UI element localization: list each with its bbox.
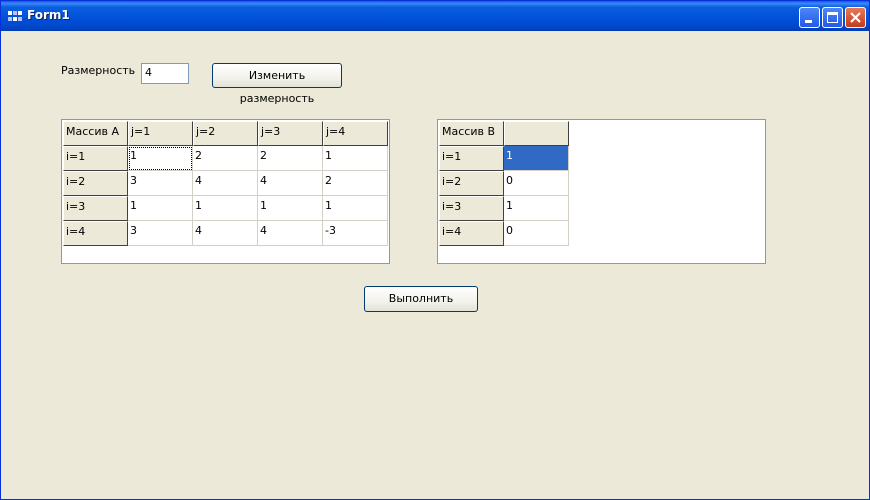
grid-a-cell[interactable]: 4 [258,221,323,246]
array-b-grid[interactable]: Массив B i=1 1 i=2 0 i=3 1 i=4 0 [437,119,766,264]
grid-b-corner-header: Массив B [439,121,504,146]
grid-a-cell[interactable]: 1 [323,196,388,221]
grid-a-cell[interactable]: 2 [193,146,258,171]
grid-a-cell[interactable]: 4 [193,221,258,246]
grid-a-column-header: j=4 [323,121,388,146]
maximize-icon [827,12,838,23]
main-window: Form1 Размерность 4 Изменить размерность… [0,0,870,500]
minimize-button[interactable] [799,7,820,28]
grid-b-cell[interactable]: 0 [504,221,569,246]
grid-a-column-header: j=1 [128,121,193,146]
grid-a-cell[interactable]: 1 [193,196,258,221]
grid-a-cell[interactable]: 2 [323,171,388,196]
grid-b-row-header: i=4 [439,221,504,246]
grid-a-cell[interactable]: 4 [258,171,323,196]
array-a-grid[interactable]: Массив A j=1 j=2 j=3 j=4 i=1 1 2 2 1 i=2… [61,119,390,264]
window-title: Form1 [27,8,70,22]
grid-b-column-header [504,121,569,146]
title-bar[interactable]: Form1 [1,1,869,31]
minimize-icon [805,20,812,23]
grid-a-row-header: i=1 [63,146,128,171]
grid-a-row-header: i=4 [63,221,128,246]
app-icon [8,11,22,21]
grid-a-cell[interactable]: 4 [193,171,258,196]
grid-a-cell[interactable]: 1 [323,146,388,171]
grid-b-cell[interactable]: 0 [504,171,569,196]
grid-a-row-header: i=3 [63,196,128,221]
grid-a-column-header: j=2 [193,121,258,146]
grid-a-cell[interactable]: 3 [128,221,193,246]
form-client-area: Размерность 4 Изменить размерность Масси… [4,31,866,498]
grid-a-cell[interactable]: -3 [323,221,388,246]
dimension-label: Размерность [61,64,136,77]
grid-b-row-header: i=2 [439,171,504,196]
grid-a-cell[interactable]: 3 [128,171,193,196]
maximize-button[interactable] [822,7,843,28]
grid-b-row-header: i=3 [439,196,504,221]
change-dimension-button[interactable]: Изменить размерность [212,63,342,105]
grid-a-row-header: i=2 [63,171,128,196]
grid-a-column-header: j=3 [258,121,323,146]
grid-a-cell[interactable]: 2 [258,146,323,171]
grid-a-cell[interactable]: 1 [128,196,193,221]
grid-a-corner-header: Массив A [63,121,128,146]
run-button[interactable]: Выполнить [364,286,478,312]
dimension-input[interactable]: 4 [141,63,189,84]
close-button[interactable] [845,7,866,28]
grid-a-cell[interactable]: 1 [258,196,323,221]
grid-b-row-header: i=1 [439,146,504,171]
grid-b-cell-selected[interactable]: 1 [504,146,569,171]
grid-a-cell[interactable]: 1 [128,146,193,171]
close-icon [850,12,861,23]
grid-b-cell[interactable]: 1 [504,196,569,221]
